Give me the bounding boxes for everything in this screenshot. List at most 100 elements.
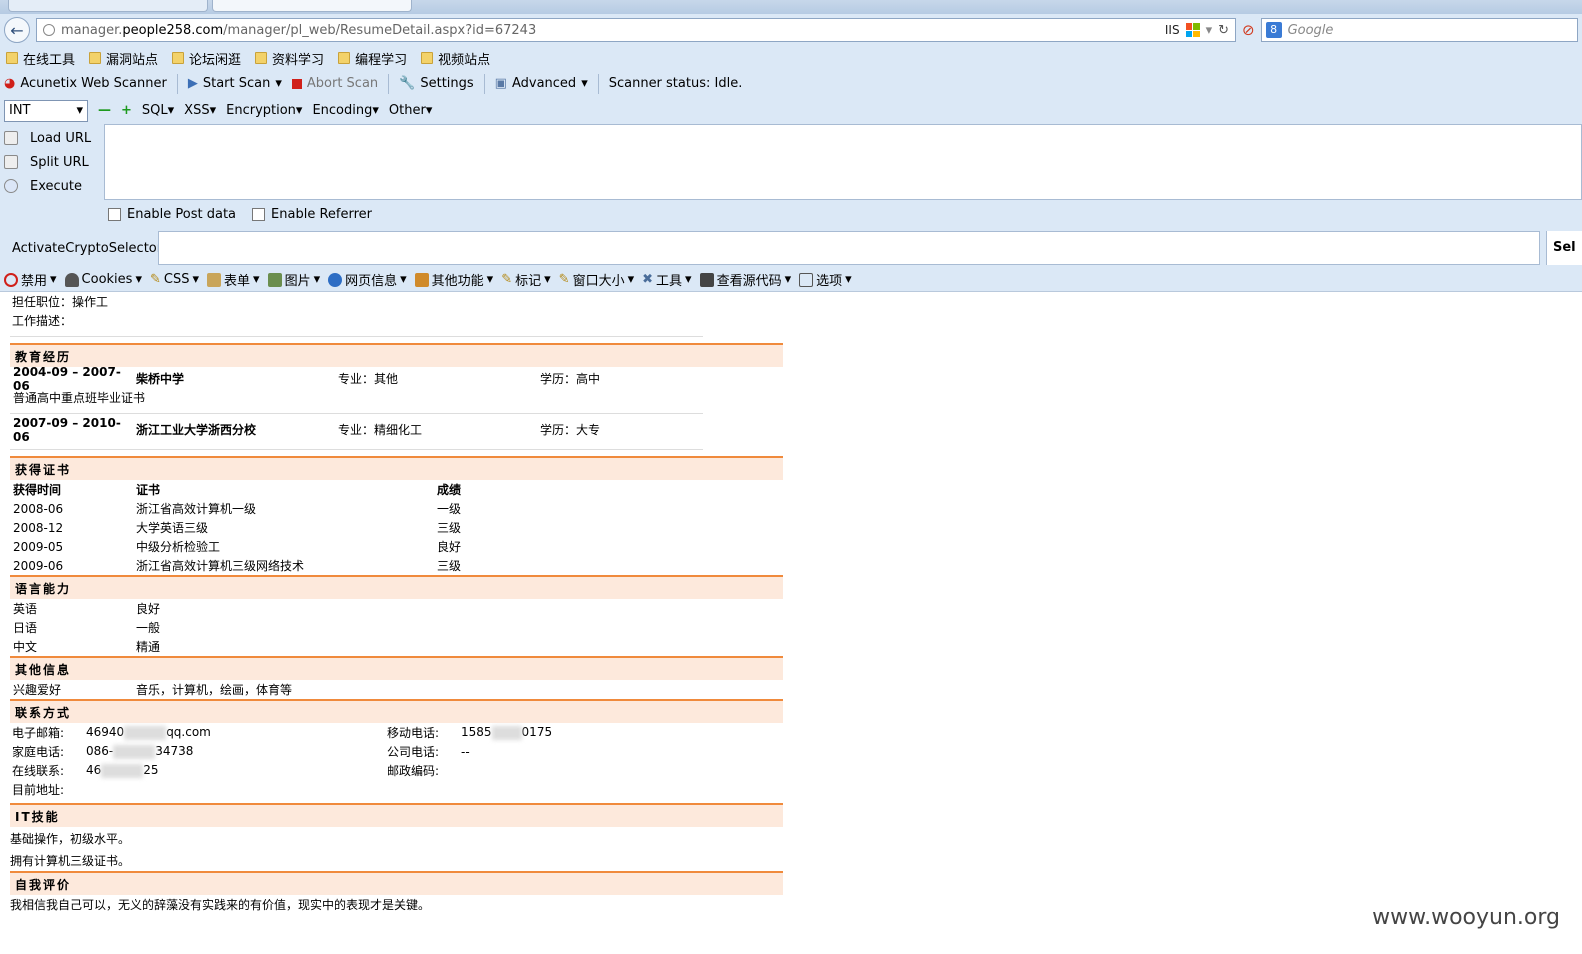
cert-row: 2008-12 大学英语三级 三级 — [13, 520, 462, 536]
dev-cookies[interactable]: Cookies ▾ — [64, 272, 142, 287]
dev-disable[interactable]: 禁用 ▾ — [4, 270, 57, 289]
dev-images[interactable]: 图片 ▾ — [267, 270, 320, 289]
image-icon — [267, 272, 282, 287]
lang-row: 英语 良好 — [13, 602, 161, 616]
section-languages: 语言能力 — [10, 575, 783, 599]
bookmark-item[interactable]: 编程学习 — [338, 49, 407, 68]
edu-note: 普通高中重点班毕业证书 — [13, 391, 146, 405]
menu-xss[interactable]: XSS▾ — [184, 103, 216, 118]
execute-button[interactable]: Execute — [0, 179, 104, 194]
back-arrow-icon[interactable]: ← — [4, 17, 30, 43]
edu-row: 2004-09 – 2007-06 柴桥中学 专业：其他 学历：高中 — [13, 364, 601, 393]
windows-logo-icon — [1185, 23, 1200, 37]
checkbox-box — [252, 207, 266, 221]
toolbar-divider — [388, 73, 390, 94]
cert-row: 2008-06 浙江省高效计算机一级 一级 — [13, 501, 462, 517]
start-scan-button[interactable]: ▶ Start Scan ▾ — [188, 76, 282, 91]
folder-icon — [89, 52, 102, 64]
dev-resize[interactable]: ✎ 窗口大小 ▾ — [559, 270, 634, 289]
menu-encryption[interactable]: Encryption▾ — [226, 103, 302, 118]
crypto-selector-label[interactable]: ActivateCryptoSelector — [4, 241, 162, 256]
bookmark-item[interactable]: 论坛闲逛 — [172, 49, 241, 68]
wrench-icon: 🔧 — [399, 76, 416, 91]
redacted-mask — [101, 763, 144, 778]
folder-icon — [255, 52, 268, 64]
section-contact: 联系方式 — [10, 699, 783, 723]
url-text: manager.people258.com/manager/pl_web/Res… — [61, 22, 537, 38]
bookmark-item[interactable]: 漏洞站点 — [89, 49, 158, 68]
it-line: 拥有计算机三级证书。 — [10, 853, 131, 868]
hackbar-url-textarea[interactable] — [104, 124, 1582, 200]
toolbar-divider — [483, 73, 485, 94]
dev-misc[interactable]: 其他功能 ▾ — [414, 270, 493, 289]
reload-icon[interactable]: ↻ — [1218, 23, 1229, 38]
crypto-input[interactable] — [158, 231, 1540, 265]
hackbar-buttons: Load URL Split URL Execute — [0, 124, 104, 200]
search-input[interactable]: Google — [1288, 23, 1334, 38]
block-icon[interactable]: ⊘ — [1242, 21, 1255, 39]
iis-indicator: IIS — [1164, 23, 1180, 37]
edu-row: 2007-09 – 2010-06 浙江工业大学浙西分校 专业：精细化工 学历：… — [13, 415, 601, 444]
options-icon — [799, 272, 814, 287]
contact-row: 电子邮箱: 46940 qq.com 移动电话: 1585 0175 — [12, 725, 553, 740]
section-other-info: 其他信息 — [10, 656, 783, 680]
bookmarks-bar: 在线工具 漏洞站点 论坛闲逛 资料学习 编程学习 视频站点 — [0, 46, 1582, 70]
info-icon — [328, 272, 343, 287]
lang-row: 日语 一般 — [13, 621, 161, 635]
it-line: 基础操作，初级水平。 — [10, 831, 131, 846]
dev-outline[interactable]: ✎ 标记 ▾ — [501, 270, 550, 289]
abort-scan-button[interactable]: Abort Scan — [291, 76, 378, 91]
menu-encoding[interactable]: Encoding▾ — [312, 103, 378, 118]
dev-source[interactable]: 查看源代码 ▾ — [699, 270, 791, 289]
search-box[interactable]: 8 Google — [1260, 18, 1578, 42]
divider — [10, 413, 703, 414]
acunetix-logo-icon: ◕ — [4, 76, 16, 91]
settings-button[interactable]: 🔧 Settings — [399, 76, 474, 91]
dev-forms[interactable]: 表单 ▾ — [207, 270, 260, 289]
load-url-button[interactable]: Load URL — [0, 131, 104, 146]
globe-icon — [43, 24, 55, 36]
pencil-icon: ✎ — [558, 272, 570, 287]
source-icon — [699, 272, 714, 287]
folder-icon — [6, 52, 18, 64]
section-it-skills: IT技能 — [10, 803, 783, 827]
dev-options[interactable]: 选项 ▾ — [799, 270, 852, 289]
bookmark-item[interactable]: 在线工具 — [6, 49, 75, 68]
menu-other[interactable]: Other▾ — [389, 103, 432, 118]
redacted-mask — [491, 725, 522, 740]
hobby-row: 兴趣爱好 音乐，计算机，绘画，体育等 — [13, 683, 293, 697]
pencil-icon: ✎ — [501, 272, 513, 287]
toolbar-divider — [176, 73, 178, 94]
menu-sql[interactable]: SQL▾ — [142, 103, 174, 118]
advanced-button[interactable]: ▣ Advanced ▾ — [495, 76, 588, 91]
self-evaluation-text: 我相信我自己可以，无义的辞藻没有实践来的有价值，现实中的表现才是关键。 — [10, 898, 431, 912]
enable-referrer-checkbox[interactable]: Enable Referrer — [252, 207, 372, 222]
tab-active[interactable] — [212, 0, 412, 12]
dropdown-arrow-icon[interactable]: ▾ — [1206, 23, 1213, 38]
bookmark-item[interactable]: 资料学习 — [255, 49, 324, 68]
redacted-mask — [113, 744, 156, 759]
bookmark-item[interactable]: 视频站点 — [421, 49, 490, 68]
dev-tools[interactable]: ✖ 工具 ▾ — [642, 270, 691, 289]
cert-header: 获得时间 证书 成绩 — [13, 483, 462, 497]
minus-icon[interactable]: — — [98, 103, 111, 118]
type-select[interactable]: INT ▾ — [4, 99, 88, 122]
contact-row: 家庭电话: 086- 34738 公司电话: -- — [12, 744, 470, 759]
clipboard-icon — [207, 272, 222, 287]
acunetix-button[interactable]: ◕ Acunetix Web Scanner — [4, 76, 167, 91]
tab-inactive[interactable] — [8, 0, 208, 12]
dev-info[interactable]: 网页信息 ▾ — [328, 270, 407, 289]
plus-icon[interactable]: + — [121, 103, 132, 118]
dev-css[interactable]: ✎ CSS ▾ — [150, 272, 199, 287]
crypto-select-button[interactable]: Sel — [1546, 231, 1582, 265]
acunetix-toolbar: ◕ Acunetix Web Scanner ▶ Start Scan ▾ Abor… — [0, 70, 1582, 97]
split-url-button[interactable]: Split URL — [0, 155, 104, 170]
cert-row: 2009-05 中级分析检验工 良好 — [13, 539, 462, 555]
job-position: 担任职位：操作工 — [12, 295, 109, 309]
enable-post-checkbox[interactable]: Enable Post data — [108, 207, 236, 222]
advanced-icon: ▣ — [494, 76, 507, 91]
chevron-down-icon: ▾ — [76, 103, 83, 118]
hackbar-toolbar: INT ▾ — + SQL▾ XSS▾ Encryption▾ Encoding▾… — [0, 97, 1582, 124]
cert-row: 2009-06 浙江省高效计算机三级网络技术 三级 — [13, 558, 462, 574]
address-bar[interactable]: manager.people258.com/manager/pl_web/Res… — [36, 18, 1236, 42]
